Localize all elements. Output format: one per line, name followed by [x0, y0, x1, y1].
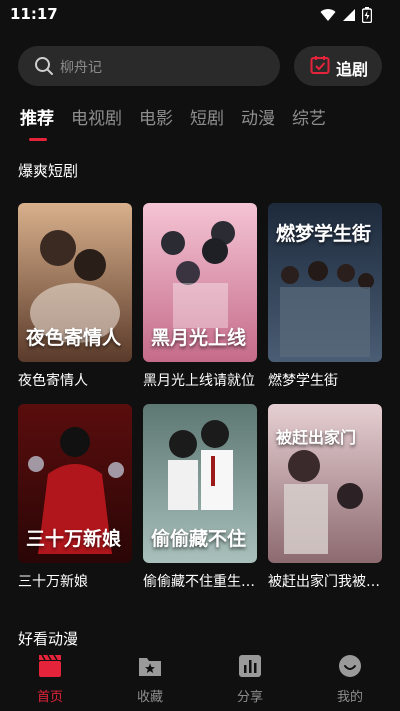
tab-recommend[interactable]: 推荐	[20, 104, 54, 141]
user-smile-icon	[339, 655, 361, 677]
tab-label: 电视剧	[71, 109, 122, 129]
drama-poster: 三十万新娘	[18, 404, 132, 563]
tab-label: 综艺	[292, 109, 326, 129]
bottom-nav: 首页 收藏 分享 我的	[0, 646, 400, 711]
tab-label: 电影	[139, 109, 173, 129]
tab-label: 短剧	[190, 109, 224, 129]
poster-title-art: 三十万新娘	[26, 528, 122, 550]
section-title-hot-shorts: 爆爽短剧	[18, 162, 79, 180]
follow-label: 追剧	[336, 60, 369, 79]
poster-title-art: 被赶出家门	[276, 428, 357, 447]
status-bar: 11:17	[0, 0, 400, 30]
drama-poster: 燃梦学生街	[268, 203, 382, 362]
tab-tv-series[interactable]: 电视剧	[71, 104, 122, 138]
poster-title-art: 燃梦学生街	[276, 223, 372, 245]
nav-favorites[interactable]: 收藏	[115, 654, 185, 705]
drama-card[interactable]: 夜色寄情人 夜色寄情人	[18, 203, 132, 390]
search-bar[interactable]: 柳舟记	[18, 46, 280, 86]
active-tab-indicator	[29, 138, 47, 141]
drama-title: 黑月光上线请就位	[143, 373, 255, 389]
drama-title: 燃梦学生街	[268, 373, 338, 389]
nav-label: 分享	[236, 690, 263, 705]
status-icons	[320, 7, 372, 23]
poster-title-art: 偷偷藏不住	[151, 528, 247, 550]
drama-card[interactable]: 黑月光上线 黑月光上线请就位	[143, 203, 257, 390]
nav-share[interactable]: 分享	[215, 654, 285, 705]
tab-anime[interactable]: 动漫	[241, 104, 275, 138]
tab-label: 动漫	[241, 109, 275, 129]
status-time: 11:17	[10, 5, 58, 23]
nav-label: 首页	[36, 690, 63, 705]
tab-movies[interactable]: 电影	[139, 104, 173, 138]
clapperboard-icon	[39, 654, 61, 677]
drama-title: 夜色寄情人	[18, 373, 88, 389]
search-placeholder: 柳舟记	[60, 60, 102, 76]
bar-chart-icon	[239, 655, 261, 677]
drama-poster: 黑月光上线	[143, 203, 257, 362]
drama-card[interactable]: 偷偷藏不住 偷偷藏不住重生之…	[143, 404, 257, 591]
drama-title: 被赶出家门我被…	[268, 574, 380, 590]
search-row: 柳舟记 追剧	[18, 46, 382, 86]
signal-icon	[343, 9, 355, 21]
follow-button[interactable]: 追剧	[294, 46, 382, 86]
calendar-check-icon	[310, 56, 330, 74]
drama-card[interactable]: 被赶出家门 被赶出家门我被…	[268, 404, 382, 591]
drama-poster: 被赶出家门	[268, 404, 382, 563]
poster-title-art: 黑月光上线	[151, 327, 247, 349]
drama-card[interactable]: 三十万新娘 三十万新娘	[18, 404, 132, 591]
nav-label: 我的	[336, 690, 363, 705]
nav-label: 收藏	[136, 690, 163, 705]
drama-poster: 偷偷藏不住	[143, 404, 257, 563]
poster-title-art: 夜色寄情人	[26, 327, 122, 349]
tab-variety[interactable]: 综艺	[292, 104, 326, 138]
battery-icon	[362, 7, 372, 23]
tab-short-dramas[interactable]: 短剧	[190, 104, 224, 138]
nav-profile[interactable]: 我的	[315, 654, 385, 705]
favorites-folder-icon	[139, 658, 161, 676]
drama-title: 三十万新娘	[18, 574, 88, 590]
search-icon	[35, 57, 53, 75]
nav-home[interactable]: 首页	[15, 654, 85, 705]
tab-label: 推荐	[20, 109, 54, 129]
drama-poster: 夜色寄情人	[18, 203, 132, 362]
drama-card[interactable]: 燃梦学生街 燃梦学生街	[268, 203, 382, 390]
wifi-icon	[320, 9, 336, 21]
drama-title: 偷偷藏不住重生之…	[143, 574, 257, 590]
category-tabs: 推荐 电视剧 电影 短剧 动漫 综艺	[20, 104, 326, 141]
